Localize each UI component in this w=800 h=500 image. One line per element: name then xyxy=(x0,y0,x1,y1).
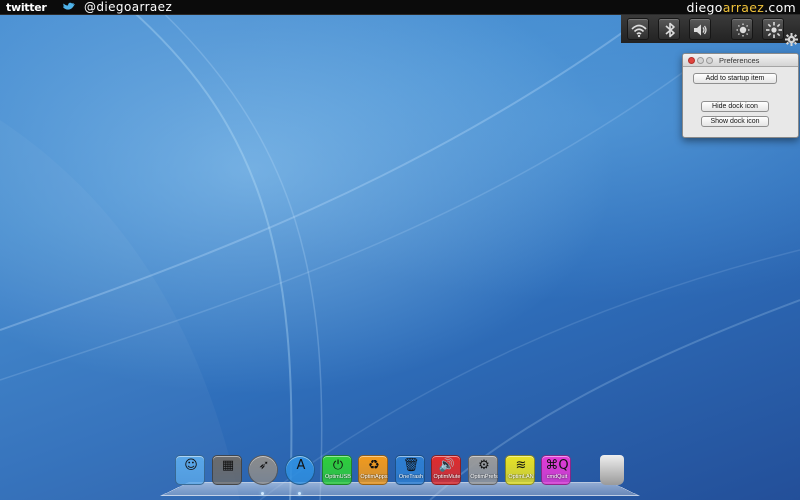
site-part-arraez: arraez xyxy=(722,0,765,15)
preferences-titlebar[interactable]: Preferences xyxy=(683,54,798,67)
dock-item-label: cmdQuit xyxy=(546,474,568,480)
onetrash-icon[interactable]: 🗑 OneTrash xyxy=(395,455,425,485)
twitter-logo[interactable]: twitter xyxy=(6,1,47,14)
show-dock-icon-button[interactable]: Show dock icon xyxy=(701,116,769,127)
desktop-wallpaper xyxy=(0,0,800,500)
brightness-down-button[interactable] xyxy=(731,18,753,40)
running-indicator xyxy=(261,492,264,495)
dock-item-label: OneTrash xyxy=(398,474,424,480)
optimprefs-glyph: ⚙ xyxy=(478,458,490,473)
app-store-icon[interactable]: A xyxy=(285,455,315,485)
status-icon-panel xyxy=(621,15,800,43)
top-banner: twitter @diegoarraez diegoarraez.com xyxy=(0,0,800,15)
onetrash-glyph: 🗑 xyxy=(402,458,420,473)
optimmute-glyph: 🔊 xyxy=(438,458,456,473)
trash-glyph xyxy=(600,457,630,473)
optimmute-icon[interactable]: 🔊 OptimMute xyxy=(431,455,461,485)
minimize-window-button[interactable] xyxy=(697,57,704,64)
optimlan-glyph: ≋ xyxy=(515,458,527,473)
bluetooth-button[interactable] xyxy=(658,18,680,40)
cmdquit-glyph: ⌘Q xyxy=(545,458,569,473)
gear-icon[interactable] xyxy=(785,33,798,46)
app-store-glyph: A xyxy=(296,458,306,473)
dock-item-label: OptimUSB xyxy=(325,474,351,480)
trash-icon[interactable] xyxy=(600,455,624,485)
finder-glyph: ☺ xyxy=(184,458,198,473)
zoom-window-button[interactable] xyxy=(706,57,713,64)
brightness-up-icon xyxy=(766,22,782,38)
site-part-com: .com xyxy=(764,0,796,15)
preferences-title: Preferences xyxy=(719,56,760,65)
bluetooth-icon xyxy=(665,22,675,38)
optimprefs-icon[interactable]: ⚙ OptimPrefs xyxy=(468,455,498,485)
wifi-icon xyxy=(631,24,647,38)
dashboard-icon[interactable]: ▦ xyxy=(212,455,242,485)
finder-icon[interactable]: ☺ xyxy=(175,455,205,485)
cmdquit-icon[interactable]: ⌘Q cmdQuit xyxy=(541,455,571,485)
dashboard-glyph: ▦ xyxy=(221,458,235,473)
website-label[interactable]: diegoarraez.com xyxy=(687,0,797,15)
close-window-button[interactable] xyxy=(688,57,695,64)
preferences-window: Preferences Add to startup item Hide doc… xyxy=(682,53,799,138)
twitter-bird-icon[interactable] xyxy=(62,2,75,12)
launchpad-icon[interactable]: ➶ xyxy=(248,455,278,485)
dock-item-label: OptimLAN xyxy=(508,474,534,480)
wallpaper-waves xyxy=(0,0,800,500)
brightness-down-icon xyxy=(736,23,750,37)
volume-icon xyxy=(694,24,707,36)
wifi-button[interactable] xyxy=(627,18,649,40)
dock-item-label: OptimApps xyxy=(360,474,388,480)
volume-button[interactable] xyxy=(689,18,711,40)
add-to-startup-button[interactable]: Add to startup item xyxy=(693,73,777,84)
hide-dock-icon-button[interactable]: Hide dock icon xyxy=(701,101,769,112)
optimusb-glyph: ⏻ xyxy=(332,458,344,473)
launchpad-glyph: ➶ xyxy=(258,458,270,473)
dock-item-label: OptimPrefs xyxy=(470,474,498,480)
site-part-diego: diego xyxy=(686,0,723,15)
twitter-handle[interactable]: @diegoarraez xyxy=(84,0,172,15)
brightness-up-button[interactable] xyxy=(762,18,784,40)
optimapps-icon[interactable]: ♻ OptimApps xyxy=(358,455,388,485)
optimusb-icon[interactable]: ⏻ OptimUSB xyxy=(322,455,352,485)
optimapps-glyph: ♻ xyxy=(368,458,380,473)
optimlan-icon[interactable]: ≋ OptimLAN xyxy=(505,455,535,485)
running-indicator xyxy=(298,492,301,495)
dock-item-label: OptimMute xyxy=(433,474,461,480)
